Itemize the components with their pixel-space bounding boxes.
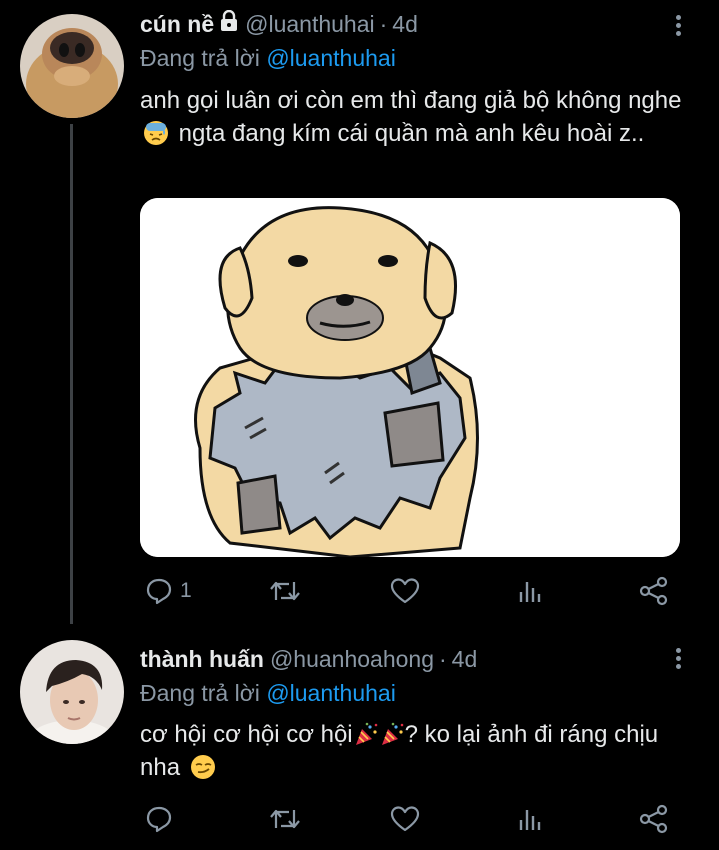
smirking-face-emoji: [190, 755, 215, 779]
tweet-header: cún nề @luanthuhai · 4d: [140, 9, 418, 40]
user-handle[interactable]: @luanthuhai: [245, 11, 375, 38]
timestamp[interactable]: 4d: [452, 646, 478, 673]
retweet-icon: [270, 809, 300, 829]
tweet-text-part-1: anh gọi luân ơi còn em thì đang giả bộ k…: [140, 87, 682, 114]
replying-to: Đang trả lời @luanthuhai: [140, 45, 396, 72]
mention-link[interactable]: @luanthuhai: [266, 680, 396, 706]
heart-icon: [390, 806, 420, 832]
tweet-text: anh gọi luân ơi còn em thì đang giả bộ k…: [140, 84, 700, 150]
tweet-2[interactable]: thành huấn @huanhoahong · 4d Đang trả lờ…: [0, 630, 719, 850]
lock-icon: [219, 9, 239, 38]
retweet-button[interactable]: [268, 802, 302, 836]
share-button[interactable]: [638, 574, 670, 608]
more-options-icon[interactable]: [673, 12, 683, 42]
replying-prefix: Đang trả lời: [140, 680, 260, 706]
heart-icon: [390, 578, 420, 604]
tweet-text: cơ hội cơ hội cơ hội ? ko lại ảnh đi rán…: [140, 718, 700, 784]
reply-icon: [146, 578, 172, 605]
analytics-icon: [519, 810, 541, 830]
party-popper-emoji: [381, 722, 403, 745]
tweet-actions: 1: [140, 574, 680, 608]
user-handle[interactable]: @huanhoahong: [270, 646, 434, 673]
dog-avatar-image: [20, 14, 124, 118]
timestamp[interactable]: 4d: [392, 11, 418, 38]
anxious-face-emoji: [144, 121, 168, 145]
person-avatar-image: [20, 640, 124, 744]
party-popper-emoji: [355, 722, 377, 745]
avatar[interactable]: [20, 14, 124, 118]
separator-dot: ·: [439, 646, 447, 672]
like-button[interactable]: [389, 574, 421, 608]
analytics-icon: [519, 582, 541, 602]
like-button[interactable]: [389, 802, 421, 836]
tweet-1[interactable]: cún nề @luanthuhai · 4d Đang trả lời @lu…: [0, 0, 719, 630]
tweet-header: thành huấn @huanhoahong · 4d: [140, 646, 477, 676]
separator-dot: ·: [379, 11, 388, 37]
reply-button[interactable]: 1: [144, 574, 192, 608]
display-name[interactable]: cún nề: [140, 11, 214, 38]
replying-to: Đang trả lời @luanthuhai: [140, 680, 396, 707]
more-options-icon[interactable]: [673, 645, 683, 675]
share-icon: [639, 804, 668, 834]
retweet-button[interactable]: [268, 574, 302, 608]
analytics-button[interactable]: [517, 802, 545, 836]
reply-count: 1: [180, 579, 192, 602]
reply-icon: [146, 806, 172, 833]
tweet-text-part-2: ngta đang kím cái quần mà anh kêu hoài z…: [178, 120, 645, 147]
share-icon: [639, 576, 668, 606]
ragged-dog-drawing: [140, 198, 680, 557]
retweet-icon: [270, 581, 300, 601]
tweet-actions: [140, 802, 680, 836]
display-name[interactable]: thành huấn: [140, 646, 264, 673]
tweet-text-part-1: cơ hội cơ hội cơ hội: [140, 721, 353, 748]
avatar[interactable]: [20, 640, 124, 744]
replying-prefix: Đang trả lời: [140, 45, 260, 71]
reply-button[interactable]: [144, 802, 174, 836]
tweet-media-image[interactable]: [140, 198, 680, 557]
analytics-button[interactable]: [517, 574, 545, 608]
share-button[interactable]: [638, 802, 670, 836]
mention-link[interactable]: @luanthuhai: [266, 45, 396, 71]
